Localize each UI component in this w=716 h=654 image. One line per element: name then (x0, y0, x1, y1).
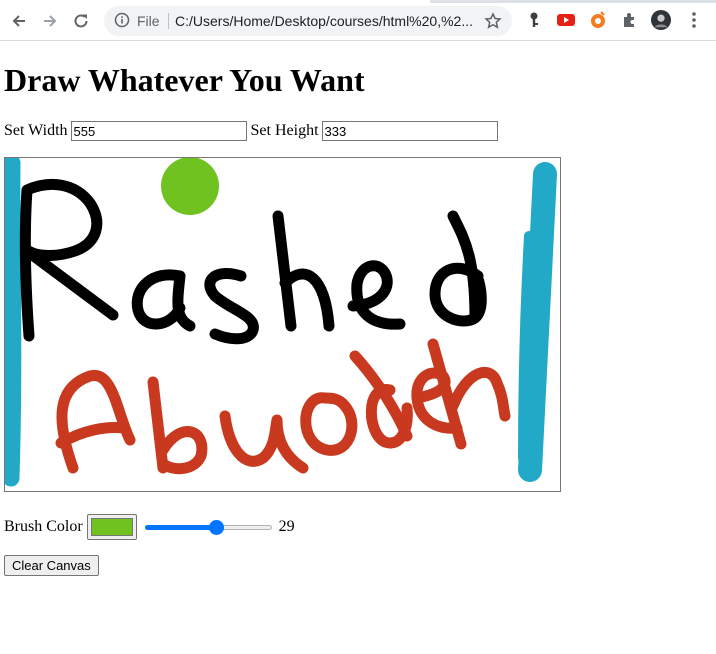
extensions-puzzle-icon[interactable] (620, 10, 640, 30)
page-heading: Draw Whatever You Want (4, 62, 365, 98)
browser-toolbar: File C:/Users/Home/Desktop/courses/html%… (0, 0, 716, 41)
width-input[interactable] (70, 121, 247, 141)
address-bar[interactable]: File C:/Users/Home/Desktop/courses/html%… (104, 6, 512, 36)
cyan-stroke-right (518, 162, 557, 482)
orange-extension-icon[interactable] (588, 10, 608, 30)
letter-d (429, 210, 487, 327)
letter-d2 (349, 350, 413, 449)
height-input[interactable] (321, 121, 498, 141)
letter-e (347, 260, 406, 330)
letter-o (300, 392, 358, 456)
tab-strip (0, 0, 716, 3)
width-label: Set Width (4, 122, 68, 139)
letter-s (204, 267, 259, 345)
profile-avatar-icon[interactable] (651, 10, 671, 30)
cyan-stroke-right-inner (518, 231, 534, 463)
bookmark-star-icon[interactable] (484, 12, 502, 35)
height-label: Set Height (250, 122, 319, 139)
youtube-extension-icon[interactable] (556, 10, 576, 30)
back-button[interactable] (8, 10, 30, 32)
letter-b (147, 376, 208, 475)
letter-a (131, 269, 196, 332)
reload-button[interactable] (70, 10, 92, 32)
brush-size-slider[interactable] (144, 517, 272, 537)
active-tab[interactable] (0, 0, 430, 3)
green-dot (161, 158, 219, 215)
letter-A (55, 370, 136, 474)
clear-canvas-button[interactable]: Clear Canvas (4, 555, 99, 576)
back-arrow-icon (12, 15, 25, 27)
brush-size-value: 29 (278, 518, 295, 535)
key-extension-icon[interactable] (524, 10, 544, 30)
brush-controls: Brush Color 29 (4, 513, 295, 541)
drawing-canvas[interactable] (4, 157, 561, 492)
menu-kebab-icon[interactable] (684, 10, 704, 30)
brush-color-swatch (90, 518, 133, 536)
letter-h (272, 210, 335, 332)
forward-arrow-icon (44, 15, 57, 27)
slider-fill (144, 525, 217, 530)
letter-u (219, 410, 309, 474)
size-controls: Set Width Set Height (4, 120, 502, 142)
file-label: File (137, 13, 160, 29)
slider-thumb[interactable] (208, 520, 224, 535)
letter-R (19, 178, 119, 342)
forward-button[interactable] (39, 10, 61, 32)
url-text[interactable]: C:/Users/Home/Desktop/courses/html%20,%2… (175, 13, 473, 29)
canvas-drawing (5, 158, 557, 487)
brush-color-picker[interactable] (86, 514, 137, 540)
separator (168, 13, 169, 29)
info-icon[interactable] (114, 12, 130, 33)
reload-icon (74, 14, 88, 28)
brush-color-label: Brush Color (4, 518, 83, 535)
cyan-stroke-left (5, 158, 22, 487)
